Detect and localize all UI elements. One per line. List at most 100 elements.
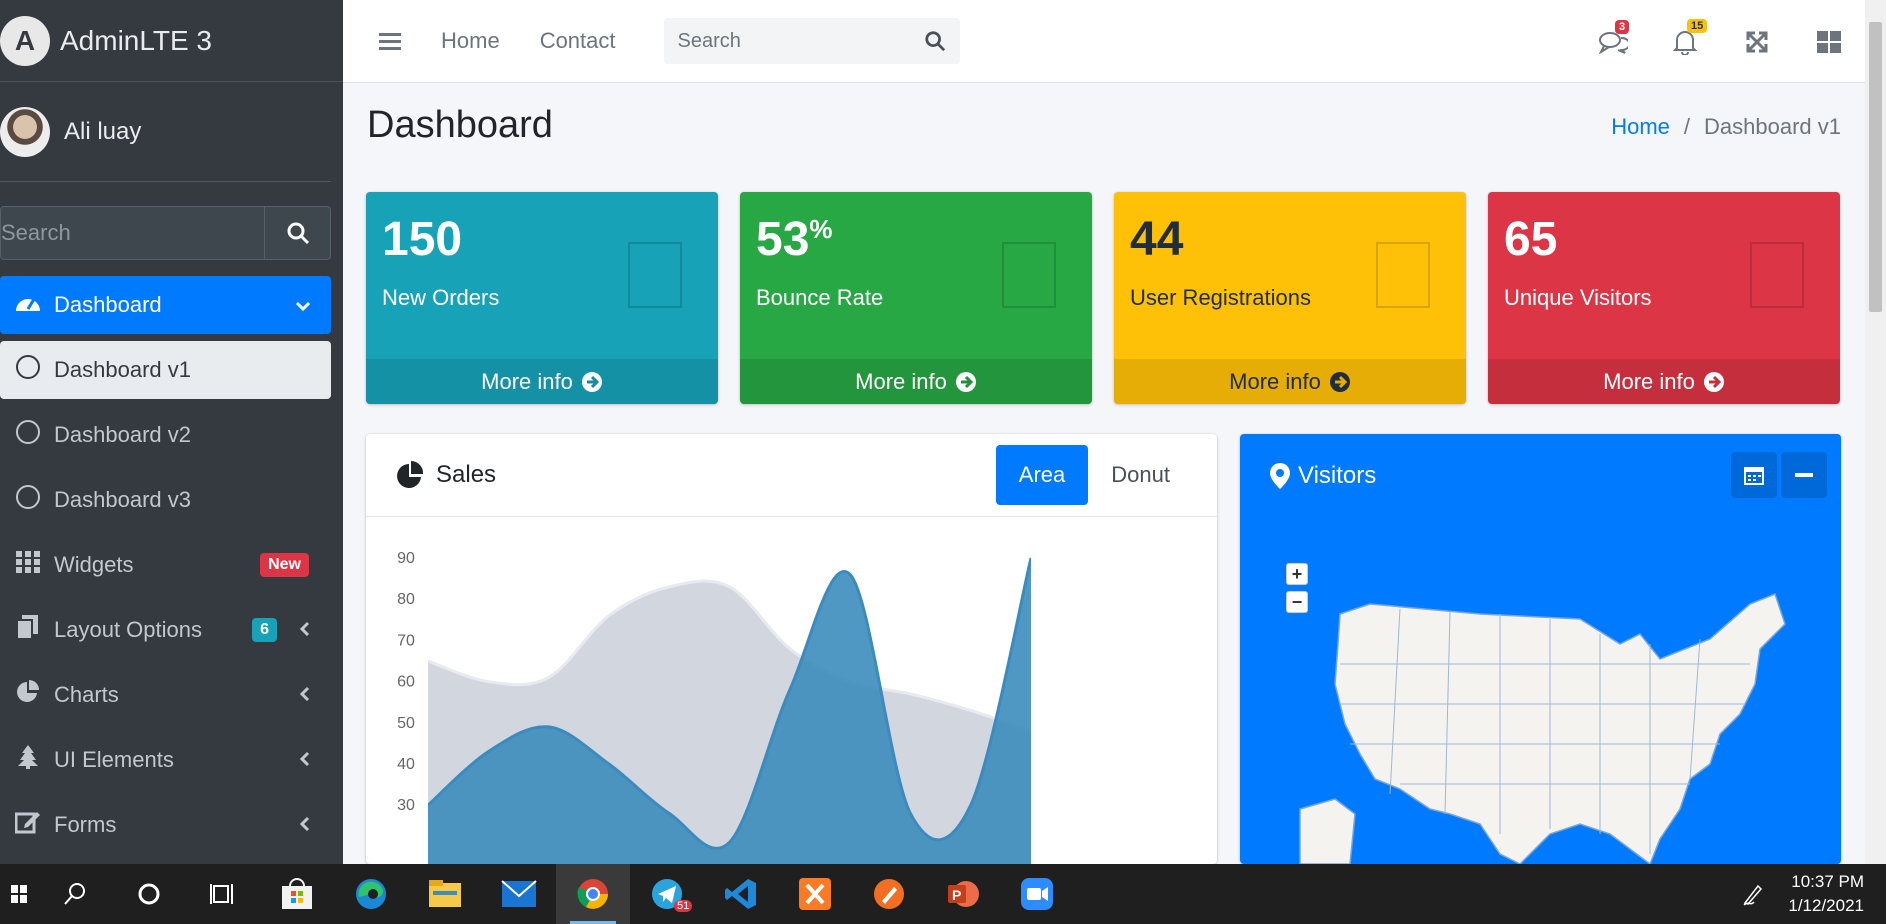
zoom-icon[interactable] — [1000, 864, 1074, 924]
person-add-icon — [1376, 242, 1430, 308]
chrome-icon[interactable] — [556, 864, 630, 924]
sidebar-item-layout-options[interactable]: Layout Options 6 — [0, 601, 331, 659]
sidebar-item-label: Widgets — [54, 552, 134, 577]
pen-workspace-icon[interactable] — [1742, 882, 1764, 911]
daterange-button[interactable] — [1731, 452, 1777, 498]
edge-icon[interactable] — [334, 864, 408, 924]
powerpoint-icon[interactable]: P — [926, 864, 1000, 924]
sidebar-item-dashboard[interactable]: Dashboard — [0, 276, 331, 334]
user-panel[interactable]: Ali luay — [0, 82, 331, 182]
search-icon[interactable] — [924, 30, 946, 52]
brand-logo: A — [0, 15, 50, 66]
chevron-down-icon — [295, 292, 311, 318]
chevron-left-icon — [299, 682, 311, 708]
draw-icon[interactable] — [852, 864, 926, 924]
taskbar-clock[interactable]: 10:37 PM 1/12/2021 — [1788, 870, 1864, 918]
telegram-icon[interactable]: 51 — [630, 864, 704, 924]
y-tick-label: 60 — [397, 674, 415, 691]
store-icon[interactable] — [260, 864, 334, 924]
xampp-icon[interactable] — [778, 864, 852, 924]
arrow-circle-right-icon — [1703, 371, 1724, 392]
user-name[interactable]: Ali luay — [64, 118, 141, 146]
sidebar-item-dashboard-v2[interactable]: Dashboard v2 — [0, 406, 331, 464]
usa-map[interactable] — [1280, 564, 1820, 864]
small-boxes-row: 150 New Orders More info 53% Bounce Rate… — [366, 192, 1840, 404]
small-box-more-info-link[interactable]: More info — [740, 359, 1092, 404]
breadcrumb-current: Dashboard v1 — [1704, 114, 1841, 139]
collapse-button[interactable] — [1781, 452, 1827, 498]
tab-donut[interactable]: Donut — [1088, 445, 1193, 505]
sidebar-item-dashboard-v3[interactable]: Dashboard v3 — [0, 471, 331, 529]
sidebar-search: Search — [0, 206, 331, 260]
sidebar-item-ui-elements[interactable]: UI Elements — [0, 731, 331, 789]
small-box-more-info-link[interactable]: More info — [366, 359, 718, 404]
calendar-icon — [1744, 467, 1764, 485]
mail-icon[interactable] — [482, 864, 556, 924]
cortana-icon[interactable] — [112, 864, 186, 924]
percent-sign: % — [809, 214, 833, 244]
windows-taskbar: 51 P 10:37 PM 1/12/2021 — [0, 864, 1886, 924]
file-explorer-icon[interactable] — [408, 864, 482, 924]
avatar[interactable] — [0, 106, 50, 157]
arrow-circle-right-icon — [955, 371, 976, 392]
sidebar-item-widgets[interactable]: Widgets New — [0, 536, 331, 594]
brand-link[interactable]: A AdminLTE 3 — [0, 0, 343, 82]
nav-link-home[interactable]: Home — [441, 28, 500, 54]
sidebar-search-button[interactable] — [264, 207, 330, 259]
grid-icon — [6, 551, 50, 579]
arrow-circle-right-icon — [1329, 371, 1350, 392]
fullscreen-button[interactable] — [1721, 30, 1793, 54]
small-box-more-info-link[interactable]: More info — [1488, 359, 1840, 404]
notifications-badge: 15 — [1687, 18, 1708, 33]
notifications-dropdown[interactable]: 15 — [1649, 18, 1721, 55]
scrollbar-thumb[interactable] — [1869, 22, 1882, 312]
map-marker-icon — [1270, 462, 1290, 489]
arrow-circle-right-icon — [581, 371, 602, 392]
y-tick-label: 40 — [397, 756, 415, 773]
tree-icon — [6, 745, 50, 775]
search-icon[interactable] — [38, 864, 112, 924]
y-tick-label: 70 — [397, 632, 415, 649]
small-box-more-info-link[interactable]: More info — [1114, 359, 1466, 404]
count-badge: 6 — [252, 618, 277, 642]
chevron-left-icon — [299, 747, 311, 773]
sales-chart-tabs: Area Donut — [995, 445, 1193, 505]
breadcrumb: Home / Dashboard v1 — [1611, 114, 1841, 140]
page-scrollbar[interactable] — [1865, 0, 1886, 864]
sidebar-item-dashboard-v1[interactable]: Dashboard v1 — [0, 341, 331, 399]
hamburger-menu-icon[interactable] — [379, 29, 401, 54]
small-box-bounce-rate: 53% Bounce Rate More info — [740, 192, 1092, 404]
navbar-search-input[interactable]: Search — [663, 18, 960, 64]
y-tick-label: 80 — [397, 591, 415, 608]
messages-badge: 3 — [1615, 19, 1630, 34]
tachometer-icon — [6, 291, 50, 319]
sidebar-item-label: Dashboard v3 — [54, 487, 191, 512]
svg-text:P: P — [952, 887, 961, 903]
sidebar-item-label: Dashboard — [54, 292, 162, 317]
breadcrumb-home-link[interactable]: Home — [1611, 114, 1670, 139]
y-tick-label: 50 — [397, 715, 415, 732]
circle-icon — [6, 485, 50, 515]
sidebar-item-charts[interactable]: Charts — [0, 666, 331, 724]
sidebar-search-input[interactable]: Search — [1, 207, 264, 259]
sidebar-item-label: Dashboard v2 — [54, 422, 191, 447]
task-view-icon[interactable] — [186, 864, 260, 924]
nav-link-contact[interactable]: Contact — [540, 28, 616, 54]
breadcrumb-separator: / — [1683, 114, 1691, 139]
vscode-icon[interactable] — [704, 864, 778, 924]
circle-icon — [6, 420, 50, 450]
small-box-user-registrations: 44 User Registrations More info — [1114, 192, 1466, 404]
sidebar-item-forms[interactable]: Forms — [0, 796, 331, 854]
telegram-badge: 51 — [674, 900, 693, 912]
small-box-new-orders: 150 New Orders More info — [366, 192, 718, 404]
copy-icon — [6, 615, 50, 645]
tab-area[interactable]: Area — [995, 445, 1089, 505]
shopping-bag-icon — [628, 242, 682, 308]
sidebar-item-label: UI Elements — [54, 747, 174, 772]
windows-icon[interactable] — [0, 864, 38, 924]
control-sidebar-button[interactable] — [1793, 30, 1865, 53]
messages-dropdown[interactable]: 3 — [1577, 19, 1649, 54]
sales-card-title: Sales — [436, 461, 497, 488]
pie-graph-icon — [1750, 242, 1804, 308]
sidebar-item-label: Dashboard v1 — [54, 357, 191, 382]
